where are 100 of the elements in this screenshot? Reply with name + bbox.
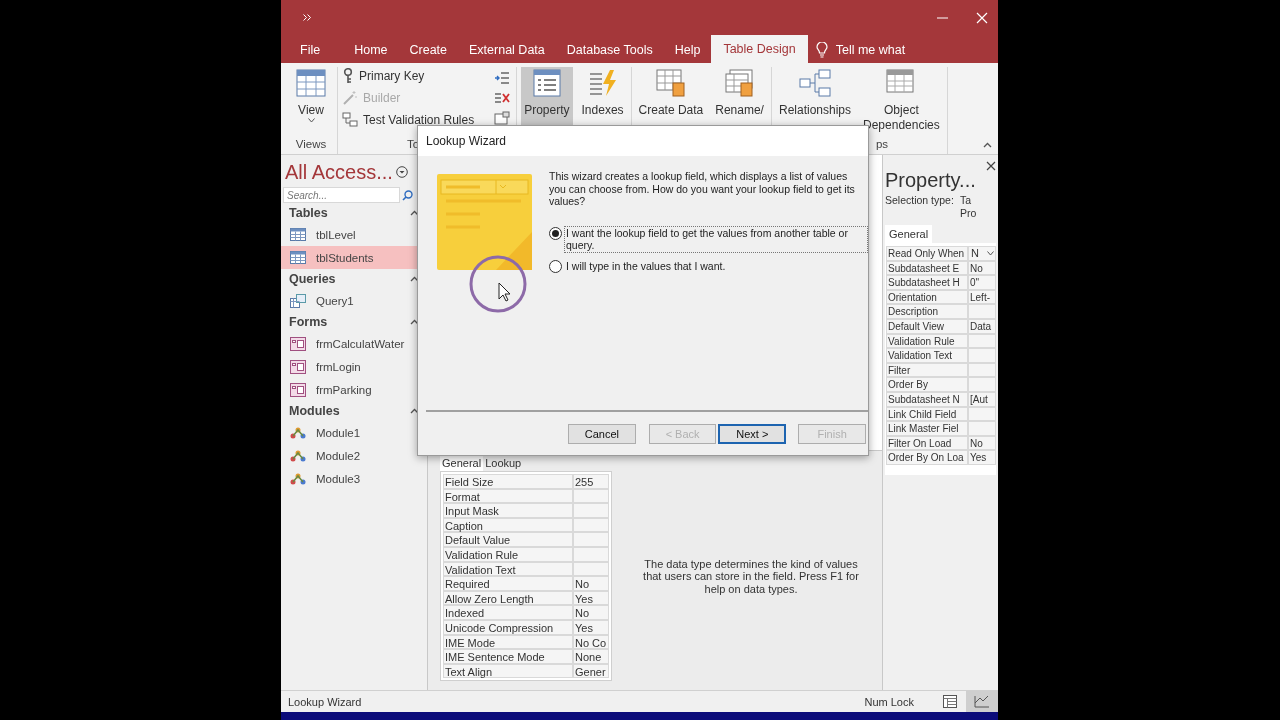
property-value[interactable]: Yes [968, 450, 996, 465]
navigation-item[interactable]: Module3 [281, 467, 427, 490]
wizard-intro: This wizard creates a lookup field, which displays a list of values you can choose from. How do you want your lookup field to get its values? [549, 170, 856, 208]
navigation-item[interactable]: Module1 [281, 421, 427, 444]
ribbon-button[interactable]: Indexes [578, 67, 627, 138]
navigation-item[interactable]: frmCalculatWater [281, 332, 427, 355]
radio-button[interactable] [549, 226, 562, 240]
selection-type-label: Selection type: [885, 194, 954, 208]
dropdown-icon [395, 166, 408, 178]
quick-access-icon [303, 14, 311, 21]
ribbon-button[interactable]: Test Validation Rules [342, 111, 475, 129]
property-value[interactable]: 0" [968, 275, 996, 290]
form-icon [290, 336, 306, 351]
insert-rows-icon [494, 71, 511, 85]
property-value[interactable] [968, 377, 996, 392]
option-label[interactable]: I will type in the values that I want. [564, 258, 868, 273]
property-name: Read Only When [886, 246, 968, 261]
ribbon-tab[interactable]: Database Tools [555, 37, 664, 63]
navigation-item[interactable]: Module2 [281, 444, 427, 467]
selection-type-value: Ta Pro [959, 194, 977, 220]
dialog-button[interactable]: Next > [718, 423, 787, 444]
rename-macro-icon [724, 69, 755, 97]
property-value[interactable] [968, 421, 996, 436]
property-tab[interactable]: Lookup [483, 455, 524, 471]
ribbon-button[interactable]: Rename/ [712, 67, 767, 138]
form-icon [290, 359, 306, 374]
key-icon [342, 68, 354, 84]
property-value[interactable]: No [573, 576, 609, 591]
query-icon [290, 293, 306, 308]
lightbulb-icon [815, 42, 828, 58]
create-macro-icon [655, 69, 686, 97]
property-value[interactable] [573, 503, 609, 518]
tell-me-field[interactable]: Tell me what [835, 43, 906, 57]
property-name: Subdatasheet H [886, 275, 968, 290]
table-icon [290, 228, 306, 241]
property-value[interactable]: 255 [573, 474, 609, 489]
property-name: Indexed [443, 605, 573, 620]
property-sheet-icon [532, 69, 561, 97]
radio-button[interactable] [549, 259, 562, 273]
property-value[interactable]: None [573, 649, 609, 664]
minimize-icon[interactable] [937, 16, 948, 19]
property-name: Order By [886, 377, 968, 392]
ribbon-tab[interactable]: File [289, 37, 332, 63]
navigation-item[interactable]: Query1 [281, 289, 427, 312]
relationships-icon [799, 69, 831, 97]
property-name: Default Value [443, 532, 573, 547]
ribbon-tab[interactable]: Help [663, 37, 712, 63]
property-value[interactable] [968, 348, 996, 363]
collapse-icon [983, 142, 992, 148]
ribbon-button[interactable]: Relationships [775, 67, 854, 138]
property-name: IME Sentence Mode [443, 649, 573, 664]
ribbon-button[interactable]: View [289, 67, 333, 138]
property-name: Validation Text [886, 348, 968, 363]
validation-icon [342, 112, 358, 128]
help-text: The data type determines the kind of values that users can store in the field. Press F1 for help on data types. [642, 557, 860, 596]
property-name: Field Size [443, 474, 573, 489]
navigation-item[interactable]: frmLogin [281, 355, 427, 378]
close-icon[interactable] [986, 161, 996, 171]
property-value[interactable] [573, 532, 609, 547]
search-icon [402, 189, 413, 201]
delete-rows-icon [494, 91, 511, 105]
indexes-icon [587, 69, 618, 97]
property-value[interactable]: No [573, 605, 609, 620]
option-label[interactable]: I want the lookup field to get the values from another table or query. [564, 225, 868, 253]
property-name: Required [443, 576, 573, 591]
module-icon [290, 448, 306, 463]
search-field[interactable]: Search... [283, 187, 400, 203]
caret-icon [307, 118, 315, 123]
num-lock-indicator: Num Lock [864, 695, 914, 708]
view-button[interactable] [966, 690, 998, 713]
status-text: Lookup Wizard [288, 695, 363, 708]
group-label: ps [874, 138, 890, 152]
navigation-item[interactable]: tblLevel [281, 223, 427, 246]
ribbon-tab[interactable]: Create [398, 37, 459, 63]
property-sheet-title: Property... [885, 169, 976, 192]
property-name: Input Mask [443, 503, 573, 518]
ribbon-tab[interactable]: Table Design [711, 35, 808, 63]
ribbon-tab[interactable]: External Data [458, 37, 556, 63]
ribbon-button[interactable]: Create Data [635, 67, 707, 138]
property-value[interactable] [968, 304, 996, 319]
ribbon-button[interactable]: Primary Key [342, 67, 475, 85]
dialog-title: Lookup Wizard [426, 134, 507, 148]
property-dropdown[interactable]: N [968, 246, 996, 261]
property-tab[interactable]: General [885, 225, 933, 243]
navigation-item[interactable]: frmParking [281, 378, 427, 401]
property-name: Description [886, 304, 968, 319]
view-icon [296, 69, 326, 97]
form-icon [290, 382, 306, 397]
property-name: Link Master Fiel [886, 421, 968, 436]
datasheet-view-icon [943, 695, 957, 708]
property-name: Order By On Loa [886, 450, 968, 465]
cursor-highlight-icon [468, 254, 528, 314]
navigation-pane-title: All Access... [285, 160, 393, 184]
ribbon-button[interactable]: Object Dependencies [860, 67, 943, 138]
ribbon-tab[interactable]: Home [343, 37, 399, 63]
module-icon [290, 425, 306, 440]
wand-icon [342, 90, 358, 106]
dialog-button[interactable]: Cancel [568, 423, 636, 444]
module-icon [290, 471, 306, 486]
table-icon [290, 251, 306, 264]
